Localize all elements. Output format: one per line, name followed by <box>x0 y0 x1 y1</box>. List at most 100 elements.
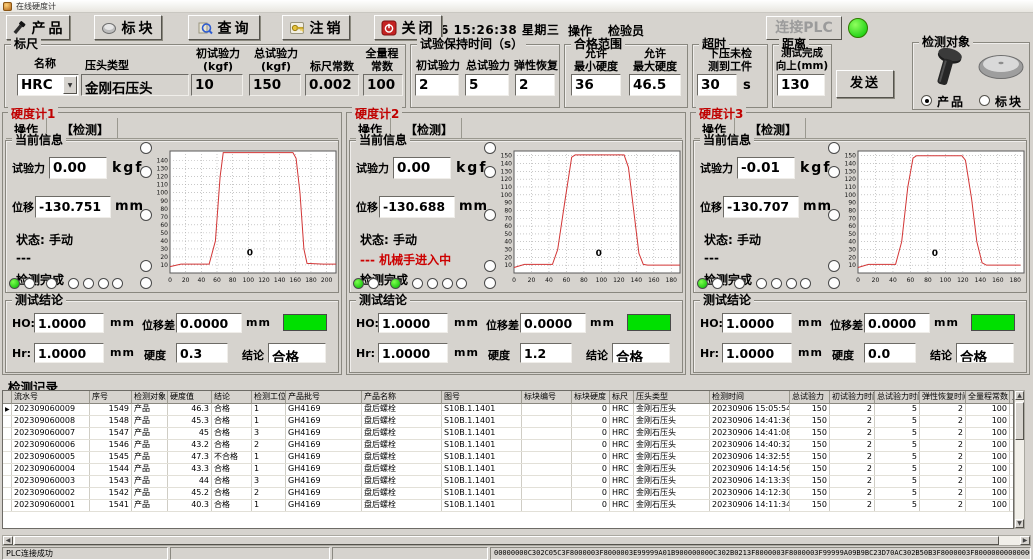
force-unit: kgf <box>112 160 143 176</box>
hardness-field[interactable]: 1.2 <box>520 343 572 363</box>
table-cell: 5 <box>875 488 920 499</box>
product-radio[interactable] <box>921 95 932 106</box>
ho-label: HO: <box>356 317 379 330</box>
svg-text:0: 0 <box>512 277 516 284</box>
table-vertical-scrollbar[interactable]: ▲ ▼ <box>1014 390 1025 529</box>
table-cell: 盘后螺栓 <box>362 404 442 415</box>
table-row[interactable]: 2023090600061546产品43.2合格2GH4169盘后螺栓S10B.… <box>3 440 1014 452</box>
table-cell: 产品 <box>132 488 168 499</box>
scroll-down-icon[interactable]: ▼ <box>1015 519 1024 528</box>
table-cell: 2 <box>920 464 966 475</box>
table-row[interactable]: 2023090600051545产品47.3不合格1GH4169盘后螺栓S10B… <box>3 452 1014 464</box>
force-field[interactable]: -0.01 <box>737 157 795 179</box>
force-field[interactable]: 0.00 <box>49 157 107 179</box>
table-cell: 产品 <box>132 500 168 511</box>
ho-field[interactable]: 1.0000 <box>378 313 448 333</box>
distance-field[interactable]: 130 <box>777 74 825 96</box>
table-cell: 150 <box>790 404 830 415</box>
svg-text:150: 150 <box>501 153 513 160</box>
indicator-circle-5 <box>140 277 152 289</box>
hscroll-thumb[interactable] <box>14 536 999 545</box>
table-cell: 150 <box>790 416 830 427</box>
table-cell: 盘后螺栓 <box>362 440 442 451</box>
initial-force-field: 10 <box>191 74 243 96</box>
distance-label: 测试完成 向上(mm) <box>773 47 831 73</box>
table-cell: 1546 <box>90 440 132 451</box>
scale-name-combo[interactable]: HRC ▼ <box>17 74 79 96</box>
table-row[interactable]: ▶2023090600091549产品46.3合格1GH4169盘后螺栓S10B… <box>3 404 1014 416</box>
table-cell: S10B.1.1401 <box>442 488 522 499</box>
block-button[interactable]: 标块 <box>94 15 162 40</box>
table-horizontal-scrollbar[interactable]: ◀ ▶ <box>2 535 1031 546</box>
table-row[interactable]: 2023090600011541产品40.3合格1GH4169盘后螺栓S10B.… <box>3 500 1014 512</box>
table-cell <box>522 416 572 427</box>
max-hardness-field[interactable]: 46.5 <box>629 74 681 96</box>
conclusion-field[interactable]: 合格 <box>956 343 1014 363</box>
displacement-field[interactable]: -130.688 <box>379 196 455 218</box>
disp-diff-field[interactable]: 0.0000 <box>520 313 586 333</box>
target-groupbox: 检测对象 产品 标块 <box>912 42 1030 110</box>
hr-field[interactable]: 1.0000 <box>722 343 792 363</box>
conclusion-field[interactable]: 合格 <box>612 343 670 363</box>
block-radio[interactable] <box>979 95 990 106</box>
vscroll-thumb[interactable] <box>1015 402 1024 440</box>
hold-total-field[interactable]: 5 <box>465 74 509 96</box>
hold-elastic-field[interactable]: 2 <box>515 74 555 96</box>
status-text: 状态: 手动 <box>16 231 73 248</box>
hr-field[interactable]: 1.0000 <box>34 343 104 363</box>
status-led-1 <box>353 278 364 289</box>
svg-text:140: 140 <box>501 161 513 168</box>
table-cell: 2 <box>920 416 966 427</box>
table-cell: 20230906 14:41:08 <box>710 428 790 439</box>
ho-field[interactable]: 1.0000 <box>722 313 792 333</box>
table-cell: 20230906 15:05:54 <box>710 404 790 415</box>
displacement-field[interactable]: -130.707 <box>723 196 799 218</box>
hr-field[interactable]: 1.0000 <box>378 343 448 363</box>
scale-constant-field: 0.002 <box>305 74 359 96</box>
disp-diff-label: 位移差 <box>142 317 175 333</box>
displacement-field[interactable]: -130.751 <box>35 196 111 218</box>
ho-label: HO: <box>12 317 35 330</box>
table-cell: 20230906 14:41:36 <box>710 416 790 427</box>
table-cell: 150 <box>790 452 830 463</box>
conclusion-field[interactable]: 合格 <box>268 343 326 363</box>
hold-time-groupbox: 试验保持时间（s） 初试验力 2 总试验力 5 弹性恢复 2 <box>410 44 560 108</box>
table-cell: HRC <box>610 500 634 511</box>
combo-dropdown-icon[interactable]: ▼ <box>63 76 77 94</box>
timeout-field[interactable]: 30 <box>697 74 737 96</box>
logout-button[interactable]: 注销 <box>282 15 350 40</box>
force-displacement-chart-1: 0204060801001201401601802001020304050607… <box>153 148 340 285</box>
pass-indicator <box>627 314 671 331</box>
table-row[interactable]: 2023090600071547产品45合格3GH4169盘后螺栓S10B.1.… <box>3 428 1014 440</box>
table-row[interactable]: 2023090600031543产品44合格3GH4169盘后螺栓S10B.1.… <box>3 476 1014 488</box>
table-cell: 43.2 <box>168 440 212 451</box>
table-row[interactable]: 2023090600081548产品45.3合格1GH4169盘后螺栓S10B.… <box>3 416 1014 428</box>
svg-text:130: 130 <box>157 166 169 173</box>
disp-diff-field[interactable]: 0.0000 <box>176 313 242 333</box>
table-row[interactable]: 2023090600041544产品43.3合格1GH4169盘后螺栓S10B.… <box>3 464 1014 476</box>
toolbar-button-label: 查询 <box>218 18 252 38</box>
scroll-left-icon[interactable]: ◀ <box>3 536 13 545</box>
table-row[interactable]: 2023090600021542产品45.2合格2GH4169盘后螺栓S10B.… <box>3 488 1014 500</box>
row-indicator-cell <box>3 464 12 475</box>
column-header: 结论 <box>212 391 252 404</box>
table-cell: 3 <box>252 428 286 439</box>
disp-diff-field[interactable]: 0.0000 <box>864 313 930 333</box>
min-hardness-field[interactable]: 36 <box>571 74 621 96</box>
table-cell: 产品 <box>132 464 168 475</box>
ho-field[interactable]: 1.0000 <box>34 313 104 333</box>
status-line2: --- 机械手进入中 <box>360 251 451 268</box>
table-cell: 202309060006 <box>12 440 90 451</box>
hardness-field[interactable]: 0.0 <box>864 343 916 363</box>
hold-initial-field[interactable]: 2 <box>415 74 459 96</box>
scroll-right-icon[interactable]: ▶ <box>1020 536 1030 545</box>
svg-text:140: 140 <box>975 277 987 284</box>
force-field[interactable]: 0.00 <box>393 157 451 179</box>
displacement-label: 位移 <box>356 201 380 214</box>
send-button[interactable]: 发送 <box>836 70 894 98</box>
svg-text:20: 20 <box>872 277 880 284</box>
table-cell: 5 <box>875 428 920 439</box>
query-button[interactable]: 查询 <box>188 15 260 40</box>
hardness-field[interactable]: 0.3 <box>176 343 228 363</box>
scroll-up-icon[interactable]: ▲ <box>1015 391 1024 400</box>
